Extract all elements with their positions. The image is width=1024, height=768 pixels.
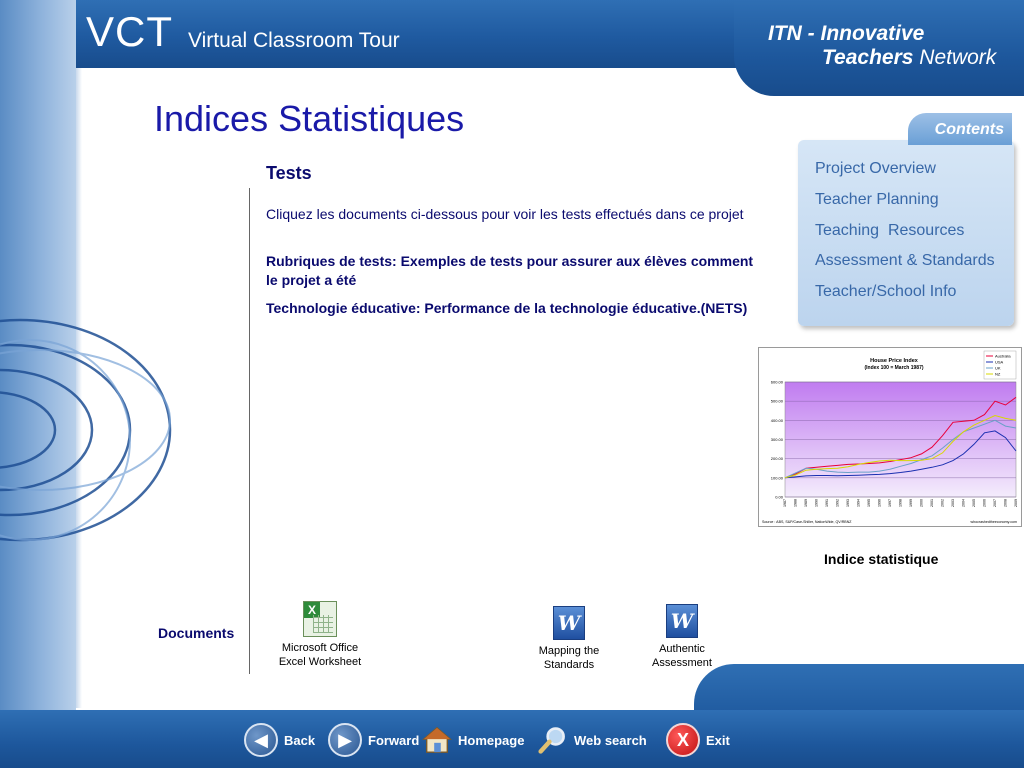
x-tick-label: 2008 [1004,499,1008,507]
x-tick-label: 1995 [867,499,871,507]
x-tick-label: 2000 [920,499,924,507]
chart-credit: whocrashedtheeconomy.com [971,520,1017,524]
homepage-label: Homepage [458,732,525,748]
magnifier-icon [538,725,568,755]
chart-title: House Price Index [870,358,919,364]
back-label: Back [284,732,316,748]
page-title: Indices Statistiques [154,98,465,139]
x-tick-label: 1996 [878,499,882,507]
chart-subtitle: (Index 100 = March 1987) [864,365,923,371]
nets-link[interactable]: Technologie éducative: Performance de la… [266,299,766,318]
x-tick-label: 2009 [1014,499,1018,507]
network-title-line2: Teachers Network [822,46,996,70]
excel-document[interactable]: X Microsoft Office Excel Worksheet [268,601,372,669]
mapping-standards-document[interactable]: W Mapping the Standards [526,606,612,672]
x-tick-label: 2002 [941,499,945,507]
arrow-right-icon: ▶ [328,723,362,757]
menu-teaching-resources[interactable]: Teaching Resources [815,222,964,240]
close-icon: X [666,723,700,757]
vct-subtitle: Virtual Classroom Tour [188,29,400,52]
authentic-assessment-document[interactable]: W Authentic Assessment [641,604,723,670]
house-price-chart: House Price Index(Index 100 = March 1987… [762,350,1018,524]
document-label-line1: Authentic [659,643,705,655]
x-tick-label: 1987 [783,499,787,507]
x-tick-label: 1989 [804,499,808,507]
x-tick-label: 1993 [846,499,850,507]
y-tick-label: 200.00 [771,456,784,461]
chart-caption: Indice statistique [824,551,939,567]
y-tick-label: 600.00 [771,380,784,385]
legend-label: Australia [995,354,1011,359]
section-title: Tests [266,163,312,183]
x-tick-label: 1998 [899,499,903,507]
menu-teacher-planning[interactable]: Teacher Planning [815,191,939,209]
x-tick-label: 1999 [909,499,913,507]
rubric-link[interactable]: Rubriques de tests: Exemples de tests po… [266,252,766,290]
legend-label: NZ [995,372,1001,377]
documents-label: Documents [158,625,235,641]
document-label-line1: Microsoft Office [281,642,359,654]
x-tick-label: 1992 [836,499,840,507]
excel-icon[interactable]: X [303,601,337,637]
swirl-decoration [0,318,172,542]
x-tick-label: 2007 [993,499,997,507]
network-title-line1: ITN - Innovative [768,22,925,45]
web-search-button[interactable]: Web search [538,722,647,758]
x-tick-label: 1997 [888,499,892,507]
x-tick-label: 1991 [825,499,829,507]
y-tick-label: 0.00 [775,495,784,500]
word-icon[interactable]: W [666,604,698,638]
y-tick-label: 100.00 [771,475,784,480]
forward-button[interactable]: ▶ Forward [328,722,419,758]
y-tick-label: 300.00 [771,437,784,442]
menu-teacher-school-info[interactable]: Teacher/School Info [815,283,956,301]
document-label-line2: Assessment [652,657,712,669]
x-tick-label: 1994 [857,499,861,507]
menu-project-overview[interactable]: Project Overview [815,160,936,178]
document-label-line2: Standards [543,659,595,671]
word-icon[interactable]: W [553,606,585,640]
intro-text: Cliquez les documents ci-dessous pour vo… [266,206,744,222]
exit-button[interactable]: X Exit [666,722,730,758]
x-tick-label: 2003 [951,499,955,507]
legend-label: USA [995,360,1004,365]
network-title-rest: Network [913,46,997,69]
arrow-left-icon: ◀ [244,723,278,757]
x-tick-label: 2006 [983,499,987,507]
chart-container[interactable]: House Price Index (Index 100 = March 1987… [758,347,1022,527]
x-tick-label: 1990 [815,499,819,507]
document-label-line2: Excel Worksheet [278,656,362,668]
network-title-bold: Teachers [822,46,914,69]
back-button[interactable]: ◀ Back [244,722,315,758]
x-tick-label: 2005 [972,499,976,507]
divider-line [249,188,250,674]
x-tick-label: 2004 [962,499,966,507]
y-tick-label: 500.00 [771,399,784,404]
legend-label: UK [995,366,1001,371]
web-search-label: Web search [574,732,647,748]
forward-label: Forward [368,732,420,748]
exit-label: Exit [706,732,730,748]
document-label-line1: Mapping the [538,645,600,657]
x-tick-label: 2001 [930,499,934,507]
chart-source: Source : ABS, S&P/Case-Shiller, NationWi… [762,520,852,524]
contents-tab: Contents [908,113,1012,145]
menu-assessment-standards[interactable]: Assessment & Standards [815,252,995,270]
y-tick-label: 400.00 [771,418,784,423]
x-tick-label: 1988 [794,499,798,507]
vct-logo: VCT [86,8,173,55]
home-icon [422,725,452,755]
homepage-button[interactable]: Homepage [422,722,524,758]
